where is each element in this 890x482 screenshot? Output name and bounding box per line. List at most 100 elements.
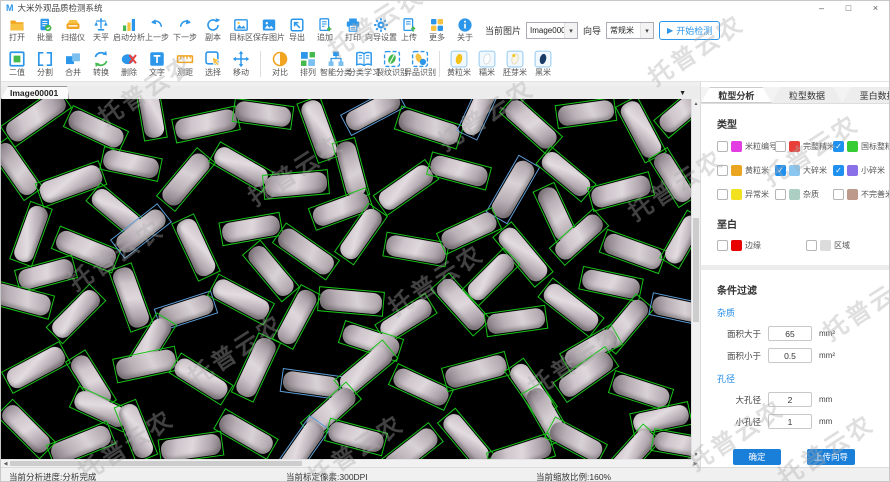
type-checkbox-yellow-rice[interactable]: 黄粒米: [717, 165, 775, 176]
checkbox-icon[interactable]: [775, 141, 786, 152]
grain-box[interactable]: [436, 207, 502, 255]
grain-box[interactable]: [63, 105, 129, 153]
toolbar-button-balance[interactable]: 天平: [87, 16, 115, 43]
horizontal-scroll-thumb[interactable]: [10, 461, 302, 466]
tab-shape-data[interactable]: 粒型数据: [772, 87, 843, 103]
toolbar-button-arrange[interactable]: 排列: [294, 49, 322, 78]
grain-box[interactable]: [158, 430, 225, 459]
toolbar-button-undo[interactable]: 上一步: [143, 16, 171, 43]
grain-box[interactable]: [324, 418, 388, 457]
toolbar-button-move[interactable]: 移动: [227, 49, 255, 78]
grain-box[interactable]: [317, 286, 385, 317]
grain-box[interactable]: [340, 99, 406, 136]
grain-box[interactable]: [599, 228, 668, 273]
grain-box[interactable]: [46, 284, 107, 345]
chevron-down-icon[interactable]: ▾: [640, 23, 653, 38]
toolbar-button-analyze[interactable]: 启动分析: [115, 16, 143, 43]
grain-box[interactable]: [9, 201, 53, 267]
wizard-select[interactable]: 常规米 ▾: [606, 22, 654, 39]
minimize-button[interactable]: –: [808, 1, 835, 14]
area-gt-input[interactable]: [768, 326, 812, 341]
toolbar-button-target-area[interactable]: 目标区: [227, 16, 255, 43]
toolbar-button-black-rice[interactable]: 黑米: [529, 49, 557, 78]
toolbar-button-yellow-rice[interactable]: 黄粒米: [445, 49, 473, 78]
hole-small-input[interactable]: [768, 414, 812, 429]
close-button[interactable]: ×: [862, 1, 889, 14]
grain-box[interactable]: [555, 99, 618, 129]
toolbar-button-batch[interactable]: 批量: [31, 16, 59, 43]
checkbox-icon[interactable]: [833, 189, 844, 200]
grain-box[interactable]: [1, 340, 71, 393]
start-detect-button[interactable]: ▶ 开始检测: [659, 21, 720, 40]
toolbar-button-germ-rice[interactable]: 胚芽米: [501, 49, 529, 78]
hole-large-input[interactable]: [768, 392, 812, 407]
grain-box[interactable]: [499, 99, 563, 155]
toolbar-button-scanner[interactable]: 扫描仪: [59, 16, 87, 43]
checkbox-icon[interactable]: ✓: [833, 165, 844, 176]
toolbar-button-convert[interactable]: 转换: [87, 49, 115, 78]
type-checkbox-abnormal-rice[interactable]: 异常米: [717, 189, 775, 200]
chevron-down-icon[interactable]: ▾: [564, 23, 577, 38]
scroll-down-icon[interactable]: ▼: [692, 450, 700, 459]
tab-list-dropdown-icon[interactable]: ▼: [679, 90, 686, 97]
toolbar-button-save-image[interactable]: 保存图片: [255, 16, 283, 43]
grain-box[interactable]: [156, 146, 216, 211]
grain-box[interactable]: [484, 305, 549, 337]
image-tab[interactable]: Image00001: [1, 86, 69, 99]
analysis-canvas[interactable]: ▲ ▼: [1, 99, 700, 459]
toolbar-button-print[interactable]: 打印: [339, 16, 367, 43]
checkbox-icon[interactable]: [717, 240, 728, 251]
vertical-scrollbar[interactable]: ▲ ▼: [691, 99, 700, 459]
current-image-select[interactable]: Image00001 ▾: [526, 22, 578, 39]
checkbox-icon[interactable]: [717, 141, 728, 152]
grain-box[interactable]: [46, 420, 117, 459]
toolbar-button-wizard-settings[interactable]: 向导设置: [367, 16, 395, 43]
grain-box[interactable]: [134, 99, 168, 142]
grain-box[interactable]: [232, 99, 295, 130]
grain-box[interactable]: [456, 99, 501, 140]
grain-box[interactable]: [378, 421, 444, 459]
confirm-button[interactable]: 确定: [733, 449, 781, 465]
toolbar-button-about[interactable]: 关于: [451, 16, 479, 43]
type-checkbox-whole-milled-rice[interactable]: 完整精米: [775, 141, 833, 152]
grain-box[interactable]: [262, 169, 330, 200]
chalk-checkbox-region[interactable]: 区域: [806, 240, 850, 251]
toolbar-button-measure[interactable]: 测距: [171, 49, 199, 78]
type-checkbox-gb-head-rice[interactable]: ✓国标整精米: [833, 141, 890, 152]
grain-box[interactable]: [437, 408, 495, 459]
toolbar-button-upload[interactable]: 上传: [395, 16, 423, 43]
scroll-left-icon[interactable]: ◀: [1, 460, 10, 467]
checkbox-icon[interactable]: [717, 165, 728, 176]
grain-box[interactable]: [171, 105, 241, 143]
grain-box[interactable]: [394, 105, 464, 149]
toolbar-button-export[interactable]: 导出: [283, 16, 311, 43]
checkbox-icon[interactable]: [806, 240, 817, 251]
type-checkbox-impurity[interactable]: 杂质: [775, 189, 833, 200]
toolbar-button-append[interactable]: 追加: [311, 16, 339, 43]
tab-chalkiness-data[interactable]: 垩白数据: [842, 87, 890, 103]
vertical-scroll-thumb[interactable]: [693, 218, 699, 322]
toolbar-button-text[interactable]: 文字: [143, 49, 171, 78]
grain-box[interactable]: [587, 171, 655, 212]
checkbox-icon[interactable]: [717, 189, 728, 200]
scroll-right-icon[interactable]: ▶: [691, 460, 700, 467]
toolbar-button-more[interactable]: 更多: [423, 16, 451, 43]
toolbar-button-delete[interactable]: 删除: [115, 49, 143, 78]
grain-box[interactable]: [171, 213, 221, 282]
type-checkbox-large-broken[interactable]: ✓大碎米: [775, 165, 833, 176]
grain-box[interactable]: [441, 350, 511, 391]
toolbar-button-duplicate[interactable]: 副本: [199, 16, 227, 43]
toolbar-button-merge[interactable]: 合并: [59, 49, 87, 78]
grain-box[interactable]: [231, 332, 282, 402]
upload-wizard-button[interactable]: 上传向导: [807, 449, 855, 465]
toolbar-button-compare[interactable]: 对比: [266, 49, 294, 78]
toolbar-button-classify-learn[interactable]: 分类学习: [350, 49, 378, 78]
toolbar-button-redo[interactable]: 下一步: [171, 16, 199, 43]
chalk-checkbox-edge[interactable]: 边缘: [717, 240, 761, 251]
tab-shape-analysis[interactable]: 粒型分析: [701, 87, 772, 103]
toolbar-button-foreign-detect[interactable]: 异品识别: [406, 49, 434, 78]
area-lt-input[interactable]: [768, 348, 812, 363]
toolbar-button-smart-classify[interactable]: 智能分类: [322, 49, 350, 78]
type-checkbox-imperfect-rice[interactable]: 不完善米: [833, 189, 890, 200]
grain-box[interactable]: [108, 262, 154, 333]
